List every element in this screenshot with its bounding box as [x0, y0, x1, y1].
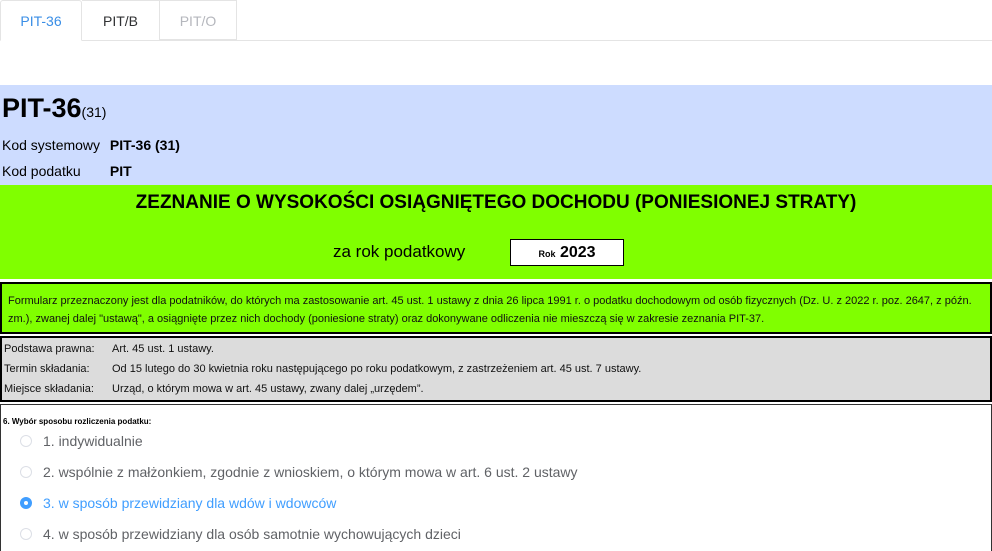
- tax-year-field-label: Rok: [538, 249, 556, 259]
- form-name: PIT-36(31): [2, 93, 106, 124]
- kod-systemowy-label: Kod systemowy: [2, 137, 101, 153]
- form-variant: (31): [81, 104, 107, 120]
- legal-row-podstawa: Podstawa prawna: Art. 45 ust. 1 ustawy.: [4, 343, 214, 355]
- form-title: ZEZNANIE O WYSOKOŚCI OSIĄGNIĘTEGO DOCHOD…: [135, 192, 857, 213]
- radio-option-label: 4. w sposób przewidziany dla osób samotn…: [43, 526, 461, 542]
- radio-circle[interactable]: [20, 466, 32, 478]
- legal-key: Podstawa prawna:: [4, 343, 95, 355]
- tab-bar: PIT-36 PIT/B PIT/O: [0, 0, 992, 41]
- radio-option-label: 2. wspólnie z małżonkiem, zgodnie z wnio…: [43, 464, 578, 480]
- radio-option-label: 1. indywidualnie: [43, 433, 143, 449]
- kod-systemowy-row: Kod systemowy PIT-36 (31): [2, 137, 180, 153]
- settlement-method-label: 6. Wybór sposobu rozliczenia podatku:: [3, 417, 152, 426]
- tax-year-label: za rok podatkowy: [333, 242, 466, 261]
- form-header: [0, 85, 992, 185]
- legal-value: Art. 45 ust. 1 ustawy.: [112, 343, 214, 355]
- legal-info-box: Podstawa prawna: Art. 45 ust. 1 ustawy. T…: [0, 336, 992, 402]
- tab-pit-o[interactable]: PIT/O: [159, 0, 237, 40]
- radio-circle[interactable]: [20, 435, 32, 447]
- kod-podatku-value: PIT: [109, 163, 132, 179]
- tab-pit-36[interactable]: PIT-36: [0, 0, 82, 41]
- kod-podatku-row: Kod podatku PIT: [2, 163, 132, 179]
- legal-key: Termin składania:: [4, 363, 90, 375]
- legal-value: Od 15 lutego do 30 kwietnia roku następu…: [112, 363, 642, 375]
- radio-circle[interactable]: [20, 528, 32, 540]
- legal-row-termin: Termin składania: Od 15 lutego do 30 kwie…: [4, 363, 641, 375]
- tab-pit-b[interactable]: PIT/B: [82, 0, 159, 40]
- radio-option-label: 3. w sposób przewidziany dla wdów i wdow…: [43, 495, 337, 511]
- radio-circle-checked[interactable]: [20, 497, 32, 509]
- settlement-method-section: 6. Wybór sposobu rozliczenia podatku: 1.…: [0, 404, 992, 551]
- legal-key: Miejsce składania:: [4, 383, 94, 395]
- tax-year-value: 2023: [559, 244, 596, 261]
- legal-value: Urząd, o którym mowa w art. 45 ustawy, z…: [112, 383, 424, 395]
- tax-year-field[interactable]: Rok 2023: [510, 239, 624, 266]
- form-info-text: Formularz przeznaczony jest dla podatnik…: [8, 295, 972, 325]
- kod-podatku-label: Kod podatku: [2, 163, 81, 179]
- kod-systemowy-value: PIT-36 (31): [109, 137, 180, 153]
- form-name-text: PIT-36: [2, 93, 82, 123]
- form-info-box: Formularz przeznaczony jest dla podatnik…: [0, 282, 992, 334]
- legal-row-miejsce: Miejsce składania: Urząd, o którym mowa w…: [4, 383, 424, 395]
